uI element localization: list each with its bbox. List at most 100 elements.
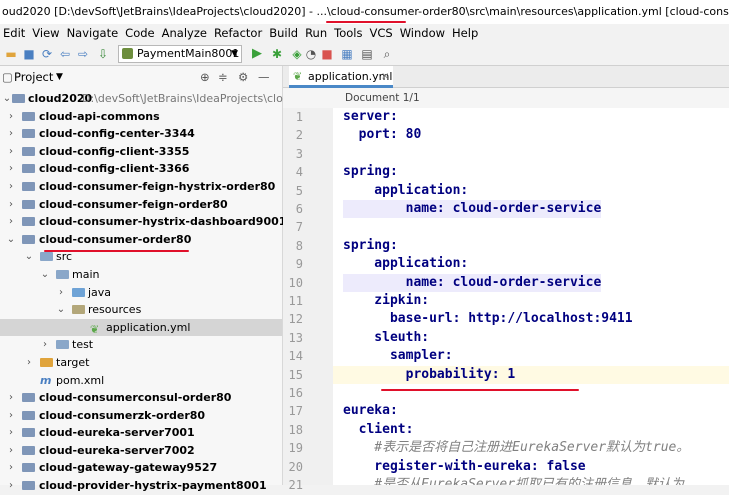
tree-row[interactable]: › cloud-api-commons — [0, 108, 282, 126]
line-number: 11 — [288, 294, 303, 308]
save-icon[interactable]: ■ — [22, 46, 36, 62]
tree-row-root[interactable]: ⌄ cloud2020 D:\devSoft\JetBrains\IdeaPro… — [0, 90, 311, 108]
chevron-down-icon[interactable]: ▼ — [56, 66, 63, 88]
sync-icon[interactable]: ⟳ — [40, 46, 54, 62]
tree-row[interactable]: › cloud-consumerconsul-order80 — [0, 389, 282, 407]
minimize-icon[interactable]: — — [258, 66, 270, 88]
project-structure-icon[interactable]: ▦ — [340, 46, 354, 62]
tree-row-expanded[interactable]: ⌄ main — [0, 266, 282, 284]
build-icon[interactable]: ⇩ — [96, 46, 110, 62]
module-folder-icon — [12, 94, 25, 103]
tree-row[interactable]: › cloud-eureka-server7001 — [0, 424, 282, 442]
tree-row[interactable]: › cloud-consumer-feign-hystrix-order80 — [0, 178, 282, 196]
run-icon[interactable]: ▶ — [250, 46, 264, 62]
module-folder-icon — [22, 181, 35, 191]
menu-window[interactable]: Window — [400, 26, 445, 40]
line-number: 2 — [295, 128, 303, 143]
tree-row[interactable]: › target — [0, 354, 282, 372]
breadcrumb-label[interactable]: Document 1/1 — [345, 88, 420, 108]
open-folder-icon[interactable]: ▬ — [4, 46, 18, 62]
locate-icon[interactable]: ⊕ — [200, 66, 210, 88]
forward-icon[interactable]: ⇨ — [76, 46, 90, 62]
line-number: 13 — [288, 330, 303, 345]
menu-run[interactable]: Run — [305, 26, 327, 40]
code-editor[interactable]: server: port: 80 spring: application: na… — [333, 108, 729, 485]
chevron-right-icon: › — [27, 356, 31, 368]
tree-row-expanded[interactable]: ⌄ resources — [0, 301, 282, 319]
menu-refactor[interactable]: Refactor — [214, 26, 262, 40]
resources-folder-icon — [72, 305, 85, 315]
code-comment: #是否从EurekaServer抓取已有的注册信息，默认为 — [343, 477, 685, 485]
annotation-underline — [381, 389, 579, 391]
line-number: 18 — [288, 422, 303, 437]
tree-row[interactable]: › cloud-provider-hystrix-payment8001 — [0, 477, 282, 495]
coverage-icon[interactable]: ◈ — [290, 46, 304, 62]
tree-row-selected[interactable]: ❦ application.yml — [0, 318, 282, 337]
menu-navigate[interactable]: Navigate — [67, 26, 119, 40]
chevron-right-icon: › — [59, 286, 63, 298]
line-number: 6 — [295, 202, 303, 216]
profiler-icon[interactable]: ◔ — [304, 46, 318, 62]
code-line: application: — [343, 256, 469, 272]
run-config-select[interactable]: PaymentMain8001 ▼ — [118, 45, 242, 63]
line-number: 17 — [288, 404, 303, 419]
line-number: 10 — [288, 275, 303, 290]
code-line: spring: — [343, 164, 398, 180]
line-number: 14 — [288, 349, 303, 364]
code-line: client: — [343, 421, 414, 437]
collapse-icon[interactable]: ≑ — [218, 66, 228, 88]
tree-row[interactable]: › test — [0, 336, 282, 354]
stop-icon[interactable]: ■ — [320, 46, 334, 62]
code-line: register-with-eureka: false — [343, 458, 586, 474]
folder-icon — [56, 340, 69, 350]
tree-row[interactable]: › cloud-consumer-feign-order80 — [0, 196, 282, 214]
menu-help[interactable]: Help — [452, 26, 478, 40]
chevron-right-icon: › — [9, 216, 13, 228]
menu-edit[interactable]: Edit — [3, 26, 25, 40]
debug-icon[interactable]: ✱ — [270, 46, 284, 62]
menu-analyze[interactable]: Analyze — [162, 26, 207, 40]
menu-build[interactable]: Build — [269, 26, 298, 40]
tree-row[interactable]: › cloud-config-client-3355 — [0, 143, 282, 161]
tree-item-label: cloud-provider-hystrix-payment8001 — [39, 479, 267, 493]
panel-icon: ▢ — [2, 70, 13, 84]
search-icon[interactable]: ⌕ — [380, 46, 394, 62]
tree-row[interactable]: › cloud-config-client-3366 — [0, 160, 282, 178]
tab-application-yml[interactable]: ❦ application.yml × — [289, 66, 393, 88]
code-line: eureka: — [343, 403, 398, 419]
project-panel-title[interactable]: Project — [14, 66, 53, 88]
tree-row[interactable]: › cloud-eureka-server7002 — [0, 442, 282, 460]
line-number: 19 — [288, 441, 303, 456]
module-folder-icon — [22, 463, 35, 473]
line-number: 20 — [288, 459, 303, 474]
tree-row[interactable]: › cloud-config-center-3344 — [0, 125, 282, 143]
tree-item-label: cloud-consumerzk-order80 — [39, 408, 206, 422]
menu-tools[interactable]: Tools — [334, 26, 362, 40]
tree-row[interactable]: › cloud-consumer-hystrix-dashboard9001 — [0, 213, 286, 231]
gear-icon[interactable]: ⚙ — [238, 66, 248, 88]
line-number: 12 — [288, 312, 303, 327]
menu-view[interactable]: View — [32, 26, 59, 40]
settings-icon[interactable]: ▤ — [360, 46, 374, 62]
chevron-right-icon: › — [9, 427, 13, 439]
tree-root-path: D:\devSoft\JetBrains\IdeaProjects\cloud2… — [82, 92, 311, 105]
back-icon[interactable]: ⇦ — [58, 46, 72, 62]
module-folder-icon — [22, 481, 35, 491]
breadcrumb: Document 1/1 — [283, 88, 729, 108]
tree-item-label: test — [72, 338, 94, 352]
tree-row[interactable]: › cloud-consumerzk-order80 — [0, 407, 282, 425]
tree-row-expanded[interactable]: ⌄ cloud-consumer-order80 — [0, 231, 282, 249]
module-folder-icon — [22, 199, 35, 209]
annotation-underline — [44, 250, 189, 252]
tree-row[interactable]: › cloud-gateway-gateway9527 — [0, 459, 282, 477]
code-line: zipkin: — [343, 293, 430, 308]
chevron-right-icon: › — [9, 163, 13, 175]
menu-vcs[interactable]: VCS — [369, 26, 392, 40]
tree-row[interactable]: m pom.xml — [0, 372, 282, 390]
tree-item-label: cloud-config-client-3366 — [39, 162, 190, 176]
close-icon[interactable]: × — [381, 66, 389, 87]
tree-item-label: cloud-config-center-3344 — [39, 127, 195, 141]
menu-code[interactable]: Code — [125, 26, 154, 40]
tree-row[interactable]: › java — [0, 284, 282, 302]
tree-item-label: target — [56, 355, 90, 369]
